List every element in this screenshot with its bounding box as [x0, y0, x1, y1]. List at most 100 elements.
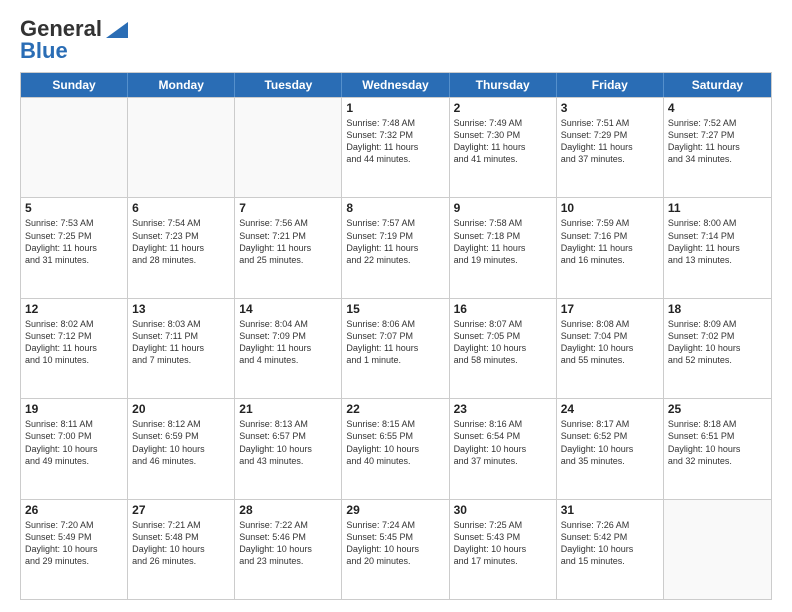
day-cell-22: 22Sunrise: 8:15 AM Sunset: 6:55 PM Dayli… [342, 399, 449, 498]
day-info: Sunrise: 7:20 AM Sunset: 5:49 PM Dayligh… [25, 519, 123, 568]
day-info: Sunrise: 7:21 AM Sunset: 5:48 PM Dayligh… [132, 519, 230, 568]
weekday-header-monday: Monday [128, 73, 235, 97]
logo-blue: Blue [20, 38, 68, 64]
day-number: 6 [132, 201, 230, 215]
logo: General Blue [20, 16, 128, 64]
day-info: Sunrise: 8:18 AM Sunset: 6:51 PM Dayligh… [668, 418, 767, 467]
day-number: 13 [132, 302, 230, 316]
header: General Blue [20, 16, 772, 64]
day-number: 29 [346, 503, 444, 517]
day-info: Sunrise: 8:15 AM Sunset: 6:55 PM Dayligh… [346, 418, 444, 467]
day-info: Sunrise: 7:25 AM Sunset: 5:43 PM Dayligh… [454, 519, 552, 568]
day-number: 23 [454, 402, 552, 416]
day-number: 17 [561, 302, 659, 316]
day-info: Sunrise: 7:24 AM Sunset: 5:45 PM Dayligh… [346, 519, 444, 568]
empty-cell [128, 98, 235, 197]
day-info: Sunrise: 8:02 AM Sunset: 7:12 PM Dayligh… [25, 318, 123, 367]
day-info: Sunrise: 7:49 AM Sunset: 7:30 PM Dayligh… [454, 117, 552, 166]
day-number: 11 [668, 201, 767, 215]
calendar-header: SundayMondayTuesdayWednesdayThursdayFrid… [21, 73, 771, 97]
day-info: Sunrise: 8:07 AM Sunset: 7:05 PM Dayligh… [454, 318, 552, 367]
day-cell-13: 13 Sunrise: 8:03 AM Sunset: 7:11 PM Dayli… [128, 299, 235, 398]
day-cell-5: 5Sunrise: 7:53 AM Sunset: 7:25 PM Daylig… [21, 198, 128, 297]
day-number: 21 [239, 402, 337, 416]
day-number: 15 [346, 302, 444, 316]
day-cell-28: 28Sunrise: 7:22 AM Sunset: 5:46 PM Dayli… [235, 500, 342, 599]
day-number: 10 [561, 201, 659, 215]
day-info: Sunrise: 8:13 AM Sunset: 6:57 PM Dayligh… [239, 418, 337, 467]
day-number: 25 [668, 402, 767, 416]
day-info: Sunrise: 8:17 AM Sunset: 6:52 PM Dayligh… [561, 418, 659, 467]
weekday-header-thursday: Thursday [450, 73, 557, 97]
week-row-2: 5Sunrise: 7:53 AM Sunset: 7:25 PM Daylig… [21, 197, 771, 297]
day-cell-3: 3 Sunrise: 7:51 AM Sunset: 7:29 PM Daylig… [557, 98, 664, 197]
week-row-1: 1 Sunrise: 7:48 AM Sunset: 7:32 PM Daylig… [21, 97, 771, 197]
day-cell-19: 19Sunrise: 8:11 AM Sunset: 7:00 PM Dayli… [21, 399, 128, 498]
day-cell-25: 25 Sunrise: 8:18 AM Sunset: 6:51 PM Dayli… [664, 399, 771, 498]
day-cell-8: 8Sunrise: 7:57 AM Sunset: 7:19 PM Daylig… [342, 198, 449, 297]
day-info: Sunrise: 7:48 AM Sunset: 7:32 PM Dayligh… [346, 117, 444, 166]
day-info: Sunrise: 8:04 AM Sunset: 7:09 PM Dayligh… [239, 318, 337, 367]
empty-cell [664, 500, 771, 599]
weekday-header-wednesday: Wednesday [342, 73, 449, 97]
day-number: 16 [454, 302, 552, 316]
weekday-header-sunday: Sunday [21, 73, 128, 97]
day-info: Sunrise: 7:59 AM Sunset: 7:16 PM Dayligh… [561, 217, 659, 266]
day-number: 24 [561, 402, 659, 416]
day-info: Sunrise: 8:03 AM Sunset: 7:11 PM Dayligh… [132, 318, 230, 367]
day-number: 7 [239, 201, 337, 215]
day-cell-24: 24 Sunrise: 8:17 AM Sunset: 6:52 PM Dayli… [557, 399, 664, 498]
day-cell-30: 30 Sunrise: 7:25 AM Sunset: 5:43 PM Dayli… [450, 500, 557, 599]
day-number: 8 [346, 201, 444, 215]
day-cell-16: 16 Sunrise: 8:07 AM Sunset: 7:05 PM Dayli… [450, 299, 557, 398]
day-info: Sunrise: 7:22 AM Sunset: 5:46 PM Dayligh… [239, 519, 337, 568]
day-cell-15: 15Sunrise: 8:06 AM Sunset: 7:07 PM Dayli… [342, 299, 449, 398]
day-number: 5 [25, 201, 123, 215]
week-row-4: 19Sunrise: 8:11 AM Sunset: 7:00 PM Dayli… [21, 398, 771, 498]
day-info: Sunrise: 8:08 AM Sunset: 7:04 PM Dayligh… [561, 318, 659, 367]
weekday-header-saturday: Saturday [664, 73, 771, 97]
day-info: Sunrise: 7:56 AM Sunset: 7:21 PM Dayligh… [239, 217, 337, 266]
day-number: 3 [561, 101, 659, 115]
weekday-header-tuesday: Tuesday [235, 73, 342, 97]
day-number: 18 [668, 302, 767, 316]
day-cell-6: 6 Sunrise: 7:54 AM Sunset: 7:23 PM Daylig… [128, 198, 235, 297]
day-info: Sunrise: 8:09 AM Sunset: 7:02 PM Dayligh… [668, 318, 767, 367]
day-cell-20: 20 Sunrise: 8:12 AM Sunset: 6:59 PM Dayli… [128, 399, 235, 498]
day-number: 2 [454, 101, 552, 115]
day-cell-12: 12Sunrise: 8:02 AM Sunset: 7:12 PM Dayli… [21, 299, 128, 398]
empty-cell [21, 98, 128, 197]
day-cell-18: 18 Sunrise: 8:09 AM Sunset: 7:02 PM Dayli… [664, 299, 771, 398]
calendar: SundayMondayTuesdayWednesdayThursdayFrid… [20, 72, 772, 600]
day-number: 26 [25, 503, 123, 517]
day-info: Sunrise: 7:51 AM Sunset: 7:29 PM Dayligh… [561, 117, 659, 166]
day-cell-10: 10 Sunrise: 7:59 AM Sunset: 7:16 PM Dayli… [557, 198, 664, 297]
day-cell-11: 11 Sunrise: 8:00 AM Sunset: 7:14 PM Dayli… [664, 198, 771, 297]
empty-cell [235, 98, 342, 197]
day-info: Sunrise: 7:26 AM Sunset: 5:42 PM Dayligh… [561, 519, 659, 568]
day-cell-23: 23 Sunrise: 8:16 AM Sunset: 6:54 PM Dayli… [450, 399, 557, 498]
day-cell-29: 29 Sunrise: 7:24 AM Sunset: 5:45 PM Dayli… [342, 500, 449, 599]
weekday-header-friday: Friday [557, 73, 664, 97]
day-number: 14 [239, 302, 337, 316]
calendar-body: 1 Sunrise: 7:48 AM Sunset: 7:32 PM Daylig… [21, 97, 771, 599]
day-info: Sunrise: 8:12 AM Sunset: 6:59 PM Dayligh… [132, 418, 230, 467]
day-cell-4: 4 Sunrise: 7:52 AM Sunset: 7:27 PM Daylig… [664, 98, 771, 197]
day-cell-21: 21 Sunrise: 8:13 AM Sunset: 6:57 PM Dayli… [235, 399, 342, 498]
day-number: 4 [668, 101, 767, 115]
day-number: 30 [454, 503, 552, 517]
day-cell-7: 7 Sunrise: 7:56 AM Sunset: 7:21 PM Daylig… [235, 198, 342, 297]
day-number: 20 [132, 402, 230, 416]
day-number: 1 [346, 101, 444, 115]
week-row-3: 12Sunrise: 8:02 AM Sunset: 7:12 PM Dayli… [21, 298, 771, 398]
day-cell-27: 27Sunrise: 7:21 AM Sunset: 5:48 PM Dayli… [128, 500, 235, 599]
day-info: Sunrise: 7:52 AM Sunset: 7:27 PM Dayligh… [668, 117, 767, 166]
day-info: Sunrise: 8:16 AM Sunset: 6:54 PM Dayligh… [454, 418, 552, 467]
page: General Blue SundayMondayTuesdayWednesda… [0, 0, 792, 612]
day-info: Sunrise: 7:54 AM Sunset: 7:23 PM Dayligh… [132, 217, 230, 266]
day-cell-1: 1 Sunrise: 7:48 AM Sunset: 7:32 PM Daylig… [342, 98, 449, 197]
day-number: 31 [561, 503, 659, 517]
logo-icon [106, 22, 128, 38]
day-cell-17: 17 Sunrise: 8:08 AM Sunset: 7:04 PM Dayli… [557, 299, 664, 398]
day-info: Sunrise: 8:00 AM Sunset: 7:14 PM Dayligh… [668, 217, 767, 266]
